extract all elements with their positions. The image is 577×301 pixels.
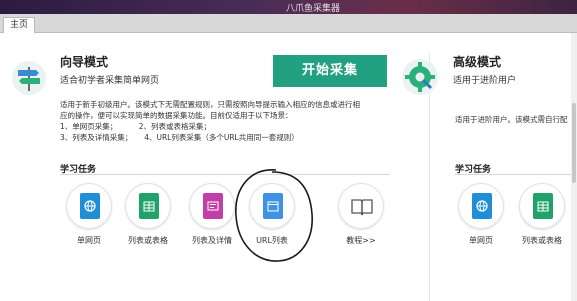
task-label: 列表或表格: [128, 236, 168, 245]
task-single-page[interactable]: 单网页: [64, 183, 114, 246]
window-title: 八爪鱼采集器: [286, 4, 341, 14]
wizard-mode-title: 向导模式: [60, 55, 109, 69]
advanced-description: 适用于进阶用户。该模式需自行配: [455, 115, 568, 124]
table-doc-icon: [139, 193, 159, 219]
advanced-mode-subtitle: 适用于进阶用户: [453, 76, 517, 86]
globe-doc-icon: [472, 193, 492, 219]
task-list-or-table-circle[interactable]: [125, 183, 171, 229]
task-single-page-circle[interactable]: [66, 183, 112, 229]
scrollbar-thumb[interactable]: [572, 103, 576, 183]
home-content: 向导模式 适合初学者采集简单网页 开始采集 适用于新手初级用户。该模式下无需配置…: [0, 33, 577, 301]
advanced-tasks-divider: [455, 174, 577, 175]
wizard-description: 适用于新手初级用户。该模式下无需配置规则，只需按照向导提示输入相应的信息或进行相…: [60, 99, 425, 143]
vertical-scrollbar[interactable]: [571, 33, 577, 301]
advanced-task-list-or-table[interactable]: 列表或表格: [517, 183, 567, 246]
advanced-task-single-page-circle[interactable]: [458, 183, 504, 229]
tab-strip: 主页: [0, 14, 577, 33]
wizard-desc-line: 适用于新手初级用户。该模式下无需配置规则，只需按照向导提示输入相应的信息或进行相: [60, 100, 360, 109]
task-tutorial[interactable]: 教程>>: [336, 183, 386, 246]
task-label: 单网页: [469, 236, 493, 245]
task-label: 列表或表格: [522, 236, 562, 245]
task-list-or-table[interactable]: 列表或表格: [123, 183, 173, 246]
wizard-mode-subtitle: 适合初学者采集简单网页: [60, 76, 160, 86]
start-collect-button[interactable]: 开始采集: [273, 55, 387, 87]
wizard-mode-card: 向导模式 适合初学者采集简单网页 开始采集 适用于新手初级用户。该模式下无需配置…: [0, 33, 430, 301]
advanced-task-single-page[interactable]: 单网页: [456, 183, 506, 246]
wizard-desc-line: 1、单网页采集； 2、列表或表格采集；: [60, 122, 211, 131]
wizard-tasks-divider: [60, 174, 390, 175]
title-bar: 八爪鱼采集器: [0, 0, 577, 14]
wizard-desc-line: 3、列表及详情采集； 4、URL列表采集（多个URL共用同一套规则）: [60, 133, 299, 142]
advanced-mode-title: 高级模式: [453, 55, 502, 69]
advanced-task-list-or-table-circle[interactable]: [519, 183, 565, 229]
detail-doc-icon: [203, 193, 223, 219]
globe-doc-icon: [80, 193, 100, 219]
task-label: 教程>>: [346, 236, 376, 245]
task-label: 单网页: [77, 236, 101, 245]
table-doc-icon: [533, 193, 553, 219]
signpost-icon: [12, 61, 46, 95]
tab-home[interactable]: 主页: [3, 17, 35, 33]
wizard-desc-line: 应的操作，便可以实现简单的数据采集功能。目前仅适用于以下场景：: [60, 111, 293, 120]
gear-icon: [402, 59, 438, 95]
advanced-mode-card: 高级模式 适用于进阶用户 适用于进阶用户。该模式需自行配 学习任务 单网页 列表…: [396, 33, 577, 301]
task-tutorial-circle[interactable]: [338, 183, 384, 229]
hand-drawn-circle-annotation: [235, 169, 313, 262]
book-icon: [350, 196, 374, 218]
